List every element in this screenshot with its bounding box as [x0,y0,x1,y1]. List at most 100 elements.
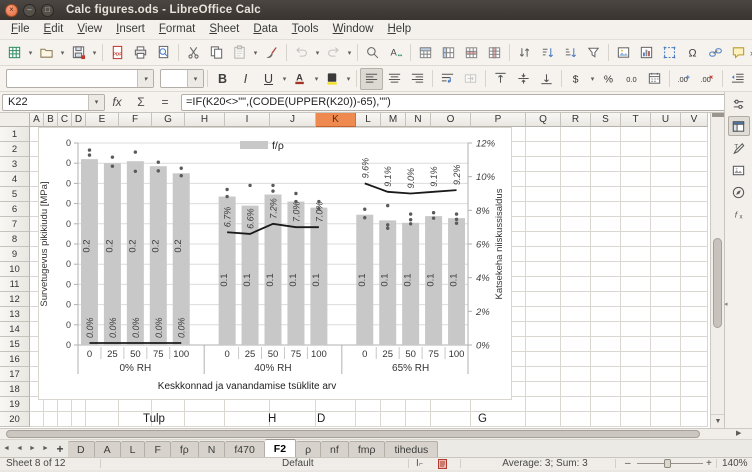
autofilter-button[interactable] [582,42,605,64]
align-right-button[interactable] [406,68,429,90]
font-size-dropdown-icon[interactable]: ▾ [187,70,203,87]
wrap-text-button[interactable] [436,68,459,90]
delete-rows-button[interactable] [460,42,483,64]
column-header-N[interactable]: N [406,113,431,127]
format-currency-dropdown-icon[interactable]: ▾ [588,75,597,83]
print-button[interactable] [129,42,152,64]
redo-button[interactable] [322,42,345,64]
row-header-5[interactable]: 5 [0,187,30,202]
sum-button[interactable]: Σ [129,95,153,109]
document-modified-icon[interactable] [438,459,447,472]
close-window-button[interactable]: × [5,4,18,17]
new-dropdown-icon[interactable]: ▾ [26,49,35,57]
open-dropdown-icon[interactable]: ▾ [58,49,67,57]
cut-button[interactable] [182,42,205,64]
find-replace-button[interactable] [361,42,384,64]
column-header-V[interactable]: V [681,113,708,127]
column-header-M[interactable]: M [381,113,406,127]
row-header-7[interactable]: 7 [0,217,30,232]
scroll-right-icon[interactable]: ▶ [736,429,741,439]
save-button[interactable] [67,42,90,64]
underline-dropdown-icon[interactable]: ▾ [280,75,289,83]
column-header-B[interactable]: B [44,113,58,127]
freeze-rows-columns-button[interactable] [658,42,681,64]
sidebar-functions-button[interactable]: fx [728,204,750,224]
scroll-down-icon[interactable]: ▼ [711,414,725,428]
sidebar-properties-button[interactable] [728,116,750,136]
zoom-in-button[interactable]: + [706,458,712,469]
sheet-tab-f470[interactable]: f470 [225,441,264,457]
new-button[interactable] [3,42,26,64]
cell-grid[interactable]: 0000000000012%10%8%6%4%2%0%0.20.0%00.20.… [30,127,710,428]
split-window-handle[interactable] [712,113,724,117]
sheet-tab-F[interactable]: F [145,441,170,457]
save-dropdown-icon[interactable]: ▾ [90,49,99,57]
insert-image-button[interactable] [612,42,635,64]
tab-nav-first-icon[interactable]: ◄ [0,441,13,457]
merge-cells-button[interactable] [459,68,482,90]
row-header-15[interactable]: 15 [0,337,30,352]
column-header-A[interactable]: A [30,113,44,127]
sheet-tab-A[interactable]: A [95,441,121,457]
sidebar-styles-button[interactable]: T [728,138,750,158]
column-header-H[interactable]: H [185,113,225,127]
horizontal-scrollbar-thumb[interactable] [6,430,700,438]
bold-button[interactable]: B [211,68,234,90]
column-header-J[interactable]: J [270,113,316,127]
sheet-tab-D[interactable]: D [68,441,95,457]
row-header-19[interactable]: 19 [0,397,30,412]
vertical-scrollbar[interactable]: ▼ [710,113,724,428]
format-date-button[interactable] [643,68,666,90]
minimize-window-button[interactable]: – [23,4,36,17]
column-header-R[interactable]: R [561,113,591,127]
menu-data[interactable]: Data [246,20,284,39]
row-header-13[interactable]: 13 [0,307,30,322]
underline-button[interactable]: U [257,68,280,90]
tab-nav-next-icon[interactable]: ► [26,441,39,457]
column-header-F[interactable]: F [119,113,152,127]
row-header-6[interactable]: 6 [0,202,30,217]
insert-hyperlink-button[interactable] [704,42,727,64]
zoom-level[interactable]: 140% [722,458,748,469]
row-header-14[interactable]: 14 [0,322,30,337]
formula-input[interactable]: =IF(K20<>"",(CODE(UPPER(K20))-65),"") [181,94,734,111]
redo-dropdown-icon[interactable]: ▾ [345,49,354,57]
delete-columns-button[interactable] [483,42,506,64]
paste-dropdown-icon[interactable]: ▾ [251,49,260,57]
column-header-I[interactable]: I [225,113,270,127]
export-pdf-button[interactable]: PDF [106,42,129,64]
row-header-2[interactable]: 2 [0,142,30,157]
row-header-1[interactable]: 1 [0,127,30,142]
column-header-Q[interactable]: Q [526,113,561,127]
column-header-C[interactable]: C [58,113,72,127]
name-box-dropdown-icon[interactable]: ▾ [88,95,104,110]
zoom-out-button[interactable]: – [625,458,631,469]
align-center-button[interactable] [383,68,406,90]
tab-nav-prev-icon[interactable]: ◄ [13,441,26,457]
align-bottom-button[interactable] [535,68,558,90]
menu-view[interactable]: View [70,20,109,39]
name-box[interactable]: K22 ▾ [2,94,105,111]
horizontal-scrollbar[interactable]: ▶ [0,428,752,440]
insert-mode-icon[interactable]: I⌐ [416,458,423,470]
sheet-tab-tihedus[interactable]: tihedus [385,441,438,457]
font-name-box[interactable]: ▾ [6,69,154,88]
page-style[interactable]: Default [282,458,314,469]
menu-insert[interactable]: Insert [109,20,152,39]
print-preview-button[interactable] [152,42,175,64]
font-color-button[interactable]: A [289,68,312,90]
add-sheet-button[interactable]: + [52,441,68,457]
highlight-color-dropdown-icon[interactable]: ▾ [344,75,353,83]
row-header-11[interactable]: 11 [0,277,30,292]
insert-column-before-button[interactable] [437,42,460,64]
tab-nav-last-icon[interactable]: ► [39,441,52,457]
font-color-dropdown-icon[interactable]: ▾ [312,75,321,83]
sheet-tab-fmρ[interactable]: fmρ [349,441,386,457]
sidebar-navigator-button[interactable] [728,182,750,202]
row-header-9[interactable]: 9 [0,247,30,262]
row-header-16[interactable]: 16 [0,352,30,367]
column-header-K[interactable]: K [316,113,356,127]
open-button[interactable] [35,42,58,64]
column-header-O[interactable]: O [431,113,471,127]
special-character-button[interactable]: Ω [681,42,704,64]
